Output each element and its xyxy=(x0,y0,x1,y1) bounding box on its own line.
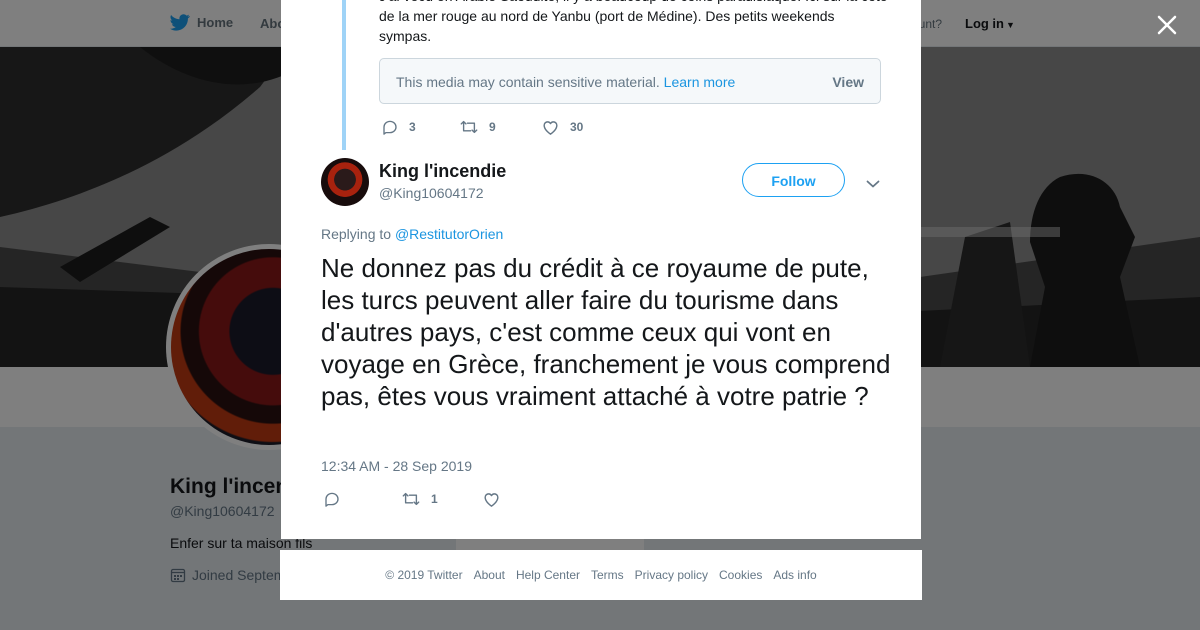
parent-like-count: 30 xyxy=(570,120,584,134)
retweet-icon xyxy=(402,492,420,506)
tweet-menu-button[interactable] xyxy=(866,176,880,188)
reply-icon xyxy=(383,120,397,135)
close-icon xyxy=(1157,15,1177,35)
reply-button[interactable] xyxy=(323,490,351,508)
retweet-count: 1 xyxy=(431,492,438,506)
like-button[interactable] xyxy=(482,490,511,508)
parent-reply-button[interactable]: 3 xyxy=(381,118,416,136)
thread-connector-line xyxy=(342,0,346,150)
follow-button[interactable]: Follow xyxy=(742,163,845,197)
footer-copyright: © 2019 Twitter xyxy=(385,568,463,582)
tweet-modal: J'ai vécu en Arabie Saoudite, il y a bea… xyxy=(281,0,921,539)
like-icon xyxy=(484,493,499,507)
tweet-author-name[interactable]: King l'incendie xyxy=(379,161,506,182)
close-button[interactable] xyxy=(1154,12,1180,38)
sensitive-media-warning: This media may contain sensitive materia… xyxy=(379,58,881,104)
footer-link-about[interactable]: About xyxy=(474,568,505,582)
parent-tweet-text: J'ai vécu en Arabie Saoudite, il y a bea… xyxy=(379,0,888,44)
tweet-timestamp[interactable]: 12:34 AM - 28 Sep 2019 xyxy=(321,458,472,474)
parent-reply-count: 3 xyxy=(409,120,416,134)
modal-footer: © 2019 Twitter About Help Center Terms P… xyxy=(280,550,922,600)
parent-like-button[interactable]: 30 xyxy=(541,118,583,136)
replying-to: Replying to @RestitutorOrien xyxy=(321,226,503,242)
replying-to-label: Replying to xyxy=(321,226,392,242)
retweet-button[interactable]: 1 xyxy=(401,490,438,508)
retweet-icon xyxy=(460,120,478,134)
footer-link-terms[interactable]: Terms xyxy=(591,568,624,582)
footer-link-help-center[interactable]: Help Center xyxy=(516,568,580,582)
chevron-down-icon xyxy=(866,180,880,188)
learn-more-link[interactable]: Learn more xyxy=(664,74,736,90)
sensitive-media-label: This media may contain sensitive materia… xyxy=(396,74,660,90)
view-media-button[interactable]: View xyxy=(832,74,864,90)
reply-icon xyxy=(325,492,339,507)
tweet-text: Ne donnez pas du crédit à ce royaume de … xyxy=(321,253,891,411)
footer-link-ads-info[interactable]: Ads info xyxy=(773,568,816,582)
tweet-author-avatar[interactable] xyxy=(321,158,369,206)
tweet-author-handle[interactable]: @King10604172 xyxy=(379,185,484,201)
parent-retweet-button[interactable]: 9 xyxy=(459,118,496,136)
replying-to-link[interactable]: @RestitutorOrien xyxy=(395,226,503,242)
sensitive-media-text: This media may contain sensitive materia… xyxy=(396,74,735,90)
footer-link-privacy-policy[interactable]: Privacy policy xyxy=(635,568,708,582)
like-icon xyxy=(543,121,558,135)
parent-retweet-count: 9 xyxy=(489,120,496,134)
footer-link-cookies[interactable]: Cookies xyxy=(719,568,762,582)
